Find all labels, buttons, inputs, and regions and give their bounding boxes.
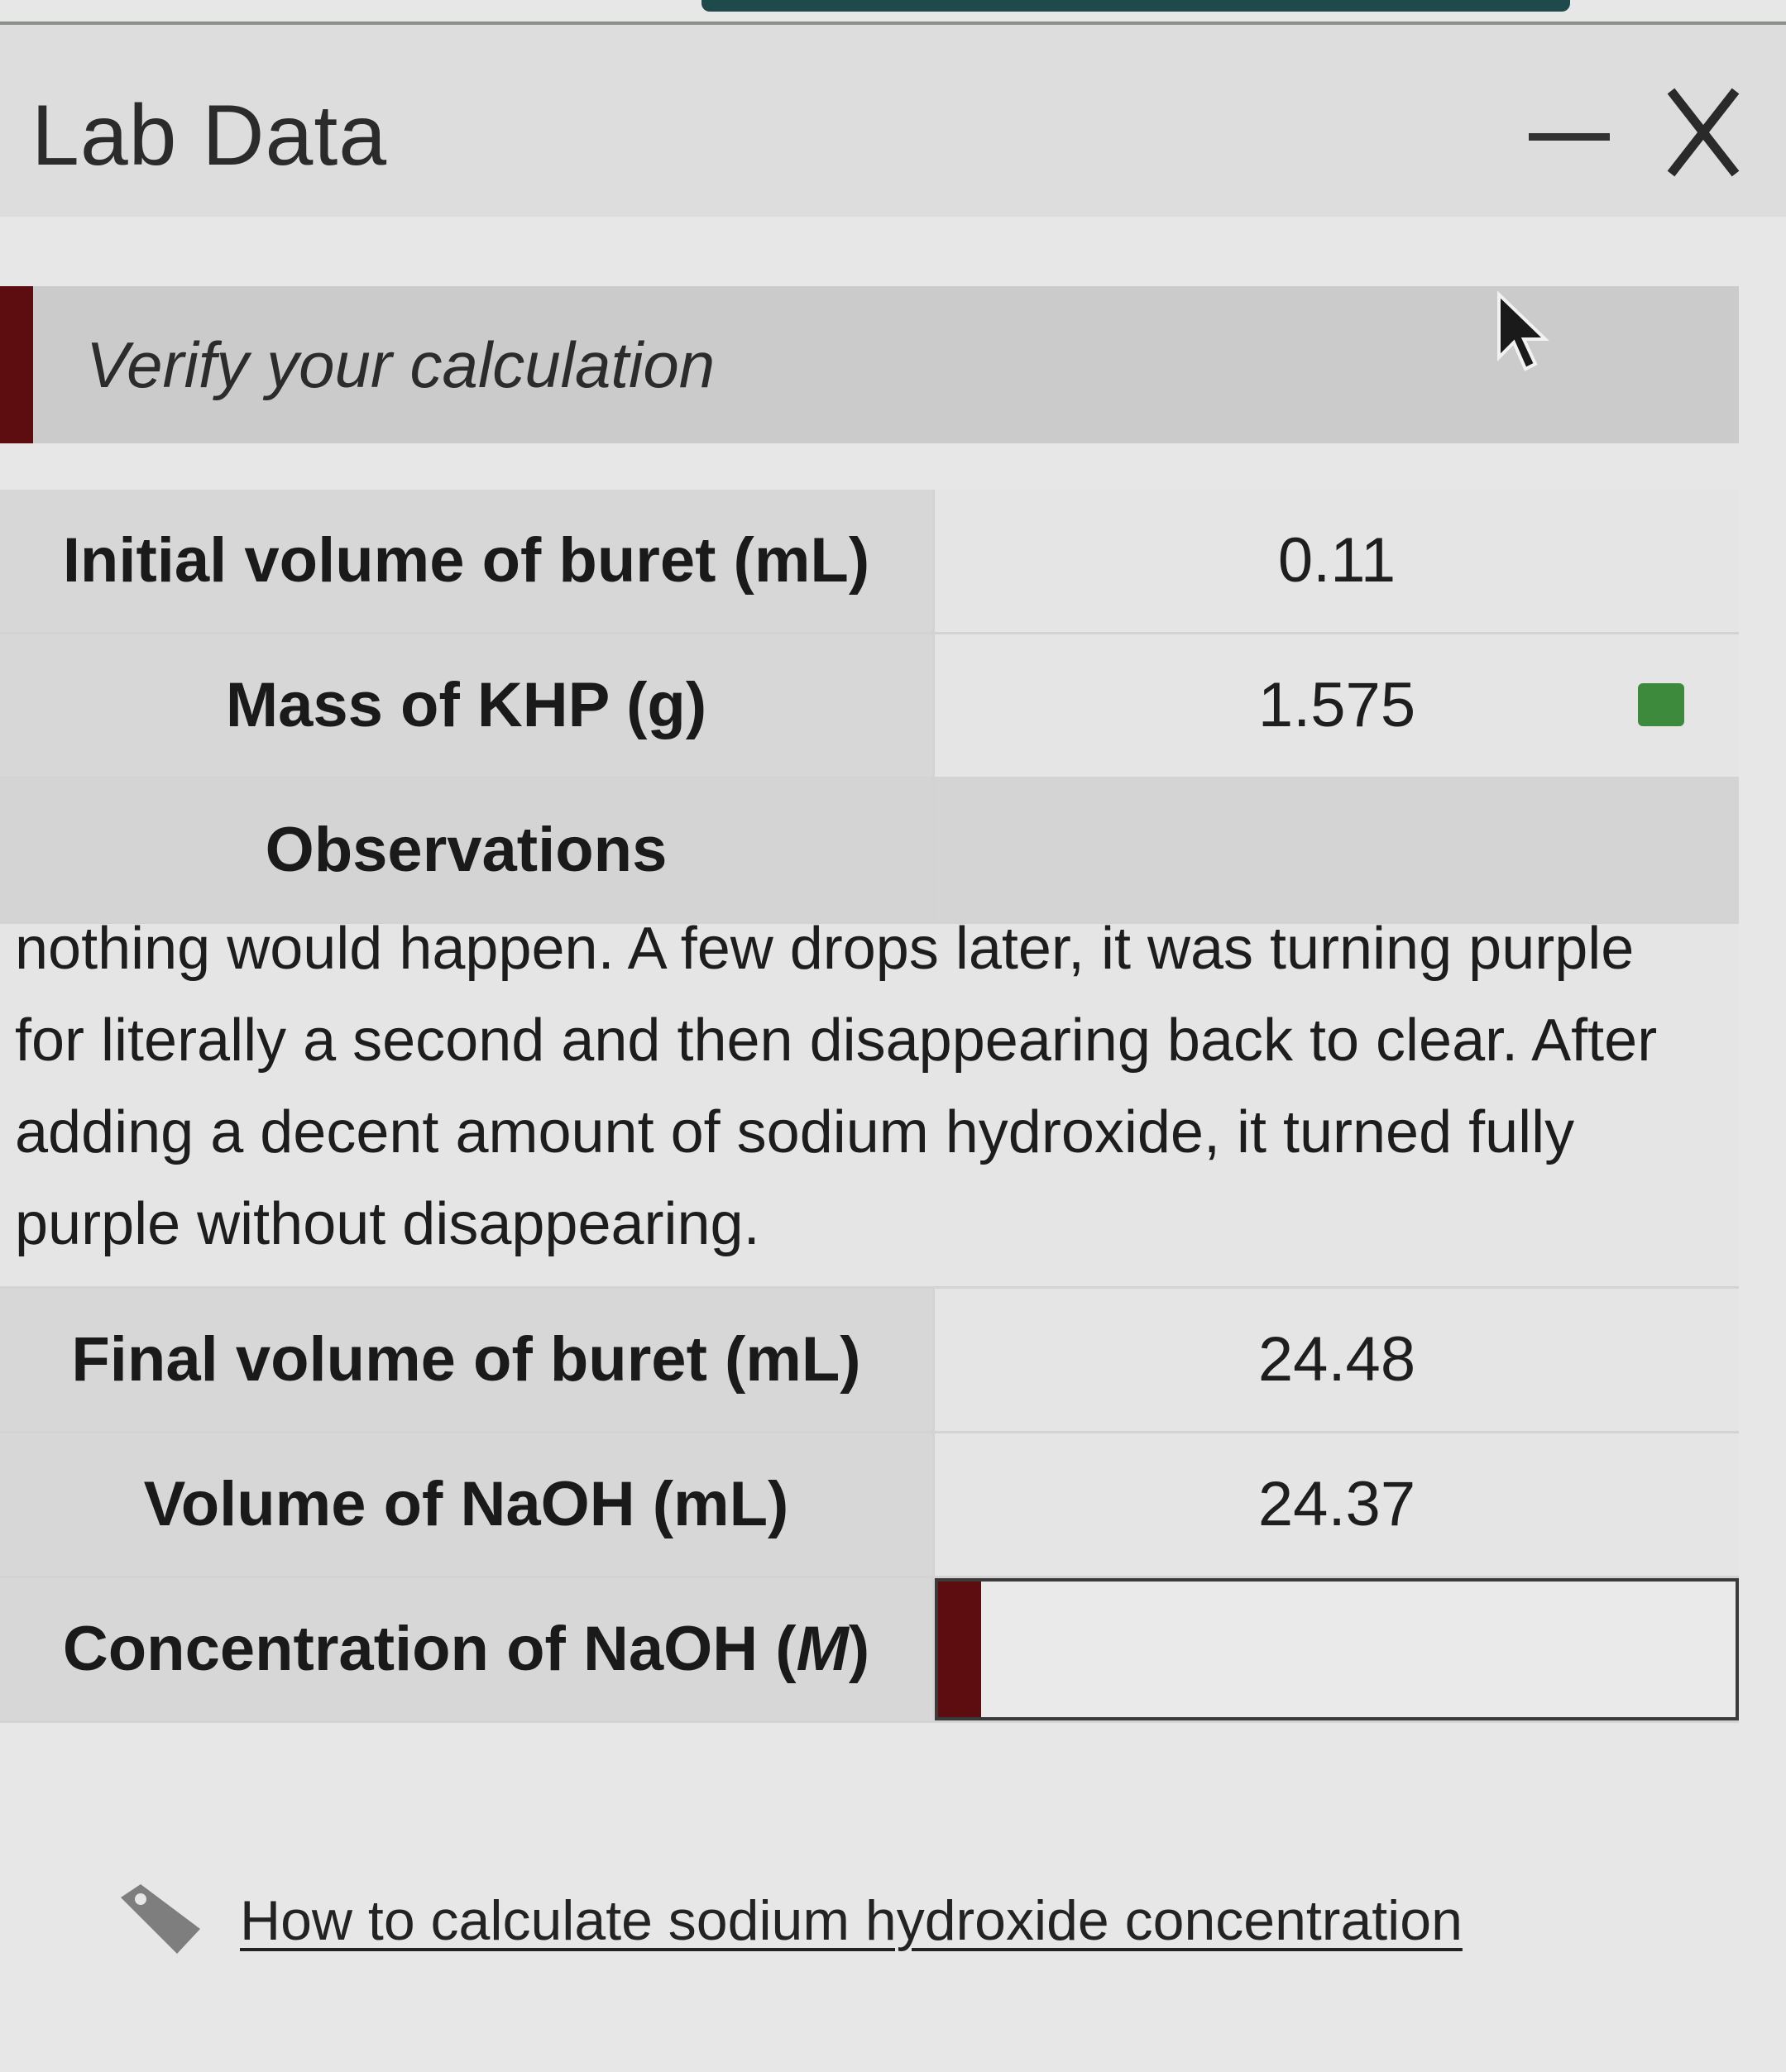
verify-banner: Verify your calculation — [0, 286, 1739, 443]
row-final-volume: Final volume of buret (mL) 24.48 — [0, 1289, 1739, 1433]
mass-khp-value: 1.575 — [935, 634, 1739, 777]
concentration-label-unit: M — [796, 1614, 849, 1684]
final-volume-value: 24.48 — [935, 1289, 1739, 1431]
initial-volume-value: 0.11 — [935, 490, 1739, 632]
final-volume-label: Final volume of buret (mL) — [0, 1289, 935, 1431]
verify-heading: Verify your calculation — [86, 328, 716, 401]
top-tab-strip — [701, 0, 1570, 12]
observations-panel[interactable]: nothing would happen. A few drops later,… — [0, 924, 1739, 1289]
lab-data-table: Initial volume of buret (mL) 0.11 Mass o… — [0, 490, 1739, 1723]
volume-naoh-value: 24.37 — [935, 1433, 1739, 1576]
mouse-pointer-icon — [1497, 291, 1549, 371]
row-concentration: Concentration of NaOH (M) — [0, 1578, 1739, 1723]
observations-text: nothing would happen. A few drops later,… — [15, 924, 1658, 1257]
title-bar: Lab Data — [0, 25, 1786, 217]
window-title: Lab Data — [31, 88, 388, 184]
verify-accent-bar — [0, 286, 33, 443]
minimize-icon[interactable] — [1529, 133, 1610, 141]
concentration-label-suffix: ) — [848, 1614, 870, 1684]
help-link-naoh-concentration[interactable]: How to calculate sodium hydroxide concen… — [240, 1893, 1463, 1949]
resize-handle-icon[interactable] — [1638, 683, 1684, 726]
concentration-field-wrapper — [935, 1578, 1739, 1720]
concentration-input[interactable] — [938, 1582, 1736, 1717]
initial-volume-label: Initial volume of buret (mL) — [0, 490, 935, 632]
concentration-label: Concentration of NaOH (M) — [0, 1578, 935, 1720]
row-observations-header: Observations — [0, 779, 1739, 924]
row-volume-naoh: Volume of NaOH (mL) 24.37 — [0, 1433, 1739, 1578]
row-initial-volume: Initial volume of buret (mL) 0.11 — [0, 490, 1739, 634]
mass-khp-label: Mass of KHP (g) — [0, 634, 935, 777]
observations-header-spacer — [935, 779, 1739, 921]
close-icon[interactable] — [1664, 86, 1742, 179]
volume-naoh-label: Volume of NaOH (mL) — [0, 1433, 935, 1576]
tag-icon — [121, 1884, 200, 1954]
concentration-label-prefix: Concentration of NaOH ( — [62, 1614, 797, 1684]
observations-label: Observations — [0, 779, 935, 921]
row-mass-khp: Mass of KHP (g) 1.575 — [0, 634, 1739, 779]
